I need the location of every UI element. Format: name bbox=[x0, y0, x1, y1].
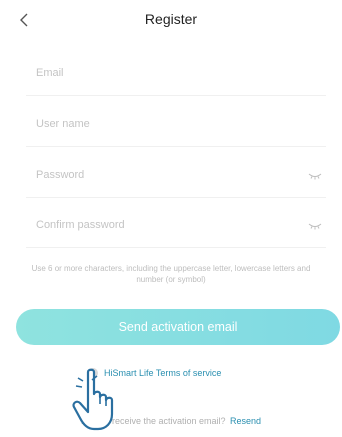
page-title: Register bbox=[144, 11, 198, 27]
email-field[interactable] bbox=[36, 67, 286, 79]
username-field-row bbox=[26, 106, 326, 147]
confirm-password-field-row bbox=[26, 207, 326, 248]
password-hint: Use 6 or more characters, including the … bbox=[31, 264, 311, 284]
email-field-row bbox=[26, 55, 326, 96]
password-field-row bbox=[26, 157, 326, 198]
register-screen: Register Use 6 or more characters, inclu… bbox=[0, 0, 342, 437]
username-field[interactable] bbox=[36, 118, 286, 130]
hand-pointer-icon bbox=[72, 368, 114, 431]
resend-link[interactable]: Resend bbox=[230, 416, 261, 426]
password-field[interactable] bbox=[36, 169, 286, 181]
resend-row: Did not receive the activation email? Re… bbox=[0, 416, 342, 426]
confirm-password-field[interactable] bbox=[36, 219, 286, 231]
header: Register bbox=[0, 0, 342, 40]
eye-closed-icon[interactable] bbox=[308, 171, 322, 181]
eye-closed-icon[interactable] bbox=[308, 221, 322, 231]
send-activation-email-button[interactable]: Send activation email bbox=[16, 309, 340, 345]
